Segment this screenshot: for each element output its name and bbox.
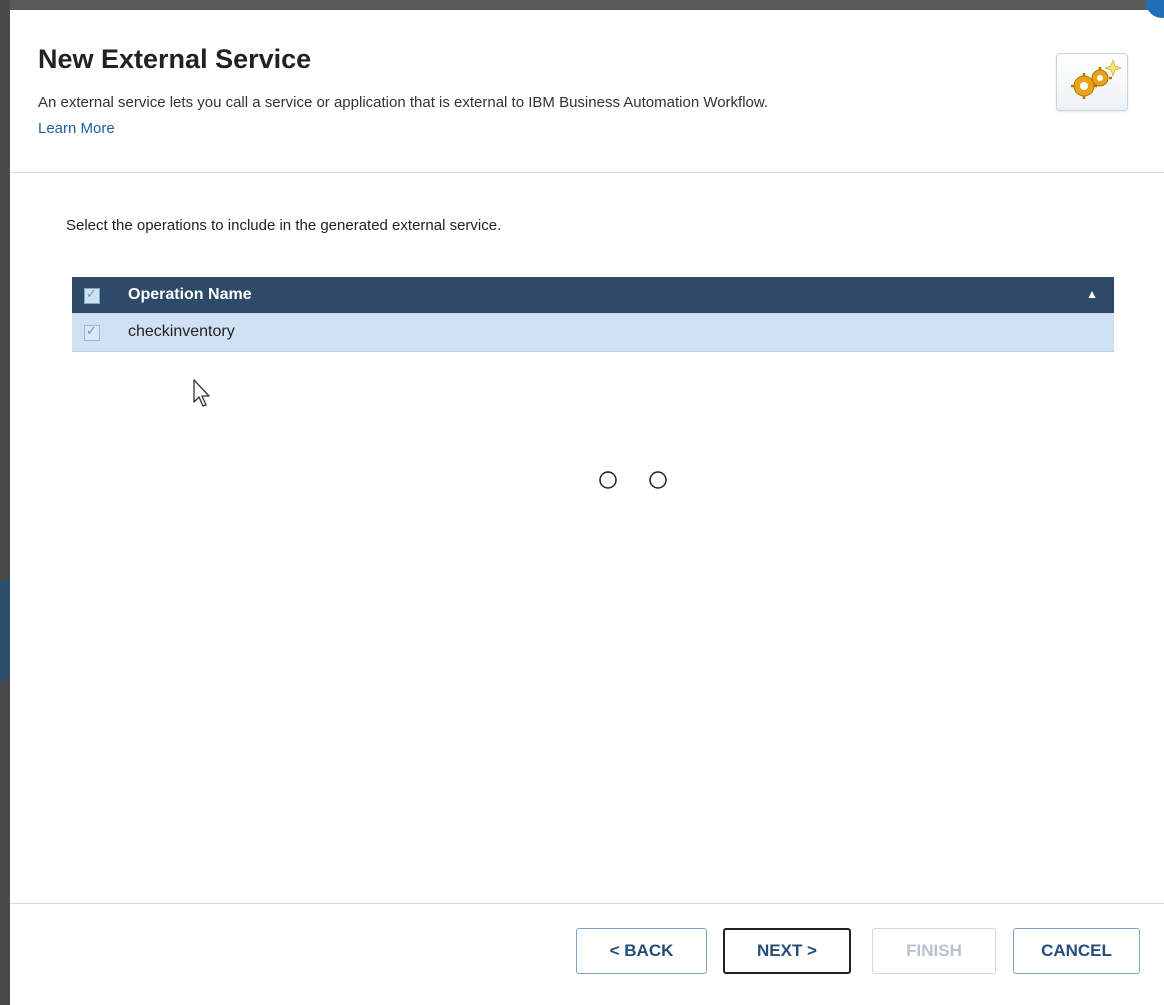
operation-name-cell: checkinventory (128, 323, 235, 340)
mouse-pointer-icon (193, 379, 210, 407)
cancel-button[interactable]: CANCEL (1013, 928, 1140, 974)
new-external-service-dialog: New External Service An external service… (10, 10, 1164, 1005)
loading-indicator-icon (599, 471, 667, 489)
sort-ascending-icon[interactable]: ▲ (1086, 287, 1098, 301)
dialog-header: New External Service An external service… (10, 10, 1164, 172)
gears-icon (1056, 53, 1128, 111)
instruction-text: Select the operations to include in the … (66, 217, 502, 234)
finish-button[interactable]: FINISH (872, 928, 996, 974)
background-left (0, 0, 10, 1005)
dialog-title: New External Service (38, 44, 312, 74)
check-icon: ✓ (86, 323, 97, 338)
select-all-checkbox[interactable]: ✓ (84, 286, 100, 304)
operations-table: ✓ Operation Name ▲ ✓ checkinventory (72, 277, 1114, 352)
learn-more-link[interactable]: Learn More (38, 120, 115, 137)
dialog-description: An external service lets you call a serv… (38, 94, 769, 111)
footer-divider (10, 903, 1164, 904)
next-button[interactable]: NEXT > (723, 928, 851, 974)
row-checkbox[interactable]: ✓ (84, 323, 100, 341)
column-header-operation-name[interactable]: Operation Name (128, 286, 252, 304)
back-button[interactable]: < BACK (576, 928, 707, 974)
table-row[interactable]: ✓ checkinventory (72, 313, 1114, 352)
table-header: ✓ Operation Name ▲ (72, 277, 1114, 313)
background-top (0, 0, 1164, 10)
header-divider (10, 172, 1164, 173)
check-icon: ✓ (86, 286, 97, 301)
